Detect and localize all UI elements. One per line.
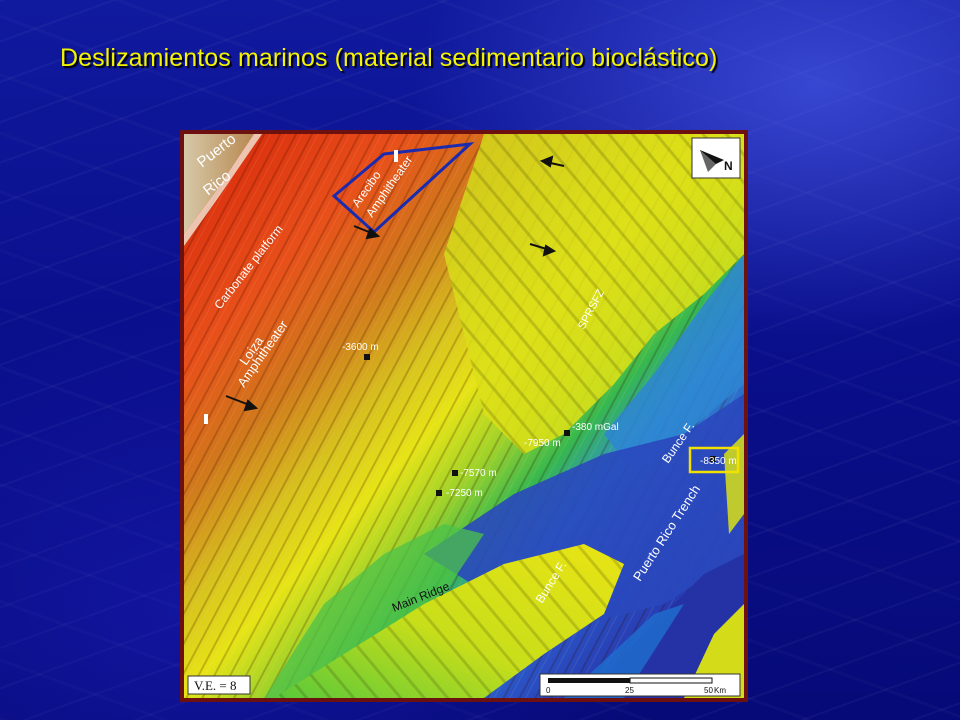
slide-title: Deslizamientos marinos (material sedimen… — [60, 44, 718, 72]
scale-bar: 0 25 50 Km — [539, 673, 741, 697]
north-arrow: N — [691, 137, 741, 179]
label-depth-8350: -8350 m — [700, 456, 737, 467]
label-depth-7950: -7950 m — [524, 438, 561, 449]
scale-tick-0: 0 — [546, 686, 551, 695]
label-depth-3600: -3600 m — [342, 342, 379, 353]
north-label: N — [724, 159, 733, 173]
label-depth-7250: -7250 m — [446, 488, 483, 499]
vertical-exaggeration-label: V.E. = 8 — [194, 678, 237, 693]
bathymetry-map-image: Puerto Rico Arecibo Amphitheater Carbona… — [184, 134, 744, 698]
scale-tick-25: 25 — [625, 686, 634, 695]
scale-unit: Km — [714, 686, 726, 695]
bathymetry-map: Puerto Rico Arecibo Amphitheater Carbona… — [180, 130, 748, 702]
vertical-exaggeration-box: V.E. = 8 — [187, 675, 251, 695]
label-gal-380: -380 mGal — [572, 422, 619, 433]
label-depth-7570: -7570 m — [460, 468, 497, 479]
scale-tick-50: 50 — [704, 686, 713, 695]
